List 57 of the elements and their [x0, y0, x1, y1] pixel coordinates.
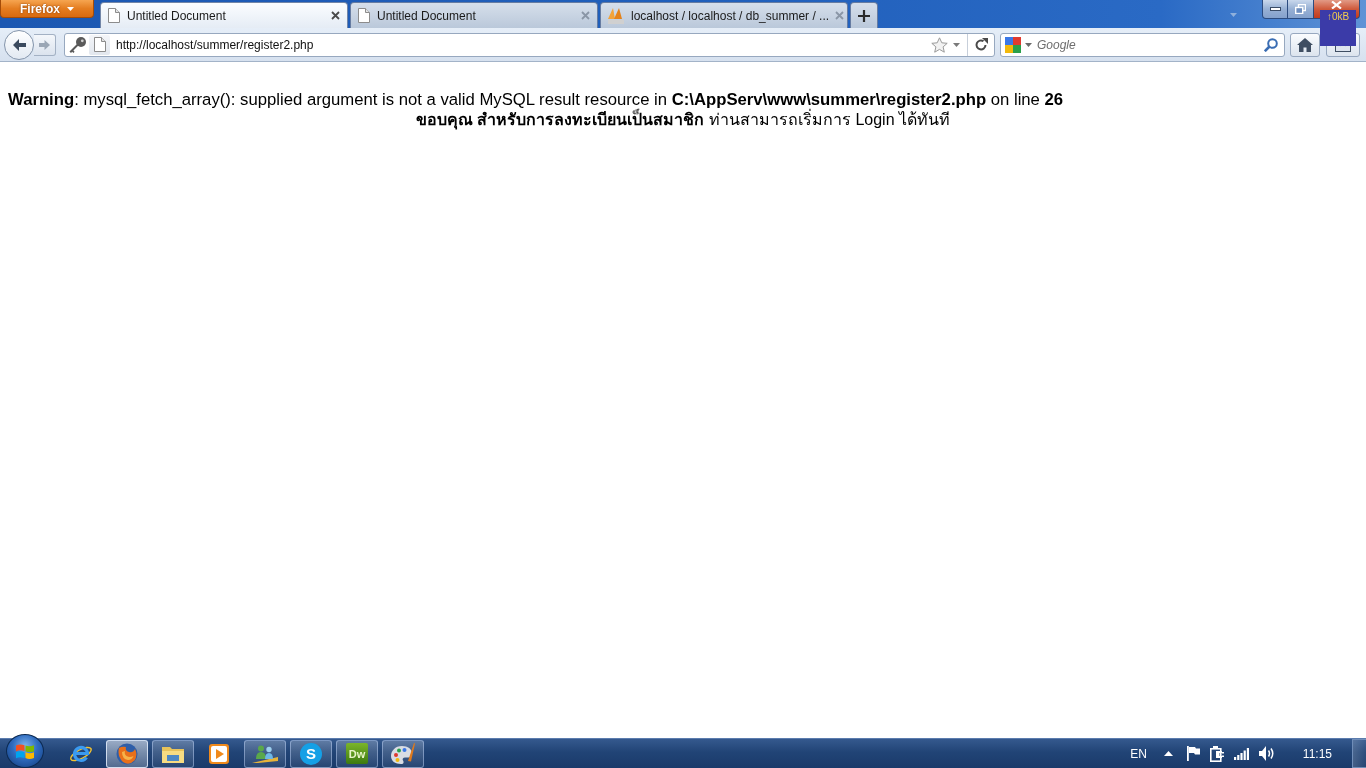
house-icon: [1297, 37, 1313, 52]
play-icon: [209, 743, 229, 764]
folder-icon: [162, 744, 184, 763]
key-icon[interactable]: [69, 36, 86, 53]
page-icon: [358, 8, 370, 23]
caret-icon[interactable]: [67, 6, 74, 11]
site-identity-button[interactable]: [89, 34, 110, 55]
tab[interactable]: Untitled Document: [100, 2, 348, 28]
tiles-icon[interactable]: [1005, 36, 1021, 53]
swirl-globe-icon: [116, 742, 138, 765]
taskbar-button[interactable]: [244, 739, 286, 768]
back-arrow-icon: [12, 38, 26, 51]
flag-icon[interactable]: [1186, 746, 1200, 761]
show-desktop-button[interactable]: [1352, 739, 1366, 768]
back-button[interactable]: [4, 29, 34, 60]
search-icon[interactable]: [1264, 37, 1278, 52]
network-meter-toast: ↑0kB: [1320, 10, 1356, 46]
language-indicator[interactable]: EN: [1130, 746, 1147, 761]
plus-icon: [858, 9, 870, 22]
taskbar-button[interactable]: [106, 739, 148, 768]
search-field[interactable]: Google: [1032, 35, 1264, 54]
taskbar-button[interactable]: [152, 739, 194, 768]
refresh-icon[interactable]: [974, 37, 988, 52]
thank-you-message: ขอบคุณ สำหรับการลงทะเบียนเป็นสมาชิก ท่านสามารถเริ่มการ Login ได้ทันที: [8, 110, 1358, 130]
palette-icon: [391, 742, 415, 765]
signal-bars-icon[interactable]: [1233, 747, 1249, 760]
minimize-button[interactable]: [1262, 0, 1288, 19]
people-icon: [252, 744, 278, 763]
address-bar[interactable]: http://localhost/summer/register2.php: [64, 32, 995, 57]
restore-button[interactable]: [1288, 0, 1314, 19]
speaker-icon[interactable]: [1258, 746, 1275, 761]
app-logo: S: [300, 742, 322, 765]
page-icon: [108, 8, 120, 23]
caret-icon[interactable]: [953, 42, 960, 47]
caret-up-icon[interactable]: [1163, 751, 1173, 756]
restore-icon: [1295, 4, 1306, 14]
start-button[interactable]: [6, 734, 44, 768]
page-icon: [93, 37, 106, 52]
clock[interactable]: 11:15: [1302, 746, 1332, 761]
star-icon[interactable]: [931, 36, 948, 53]
sails-icon: [608, 7, 624, 24]
close-icon: [1331, 1, 1342, 9]
taskbar-button[interactable]: [382, 739, 424, 768]
home-button[interactable]: [1290, 32, 1320, 57]
app-logo: Dw: [346, 743, 368, 764]
tab[interactable]: Untitled Document: [350, 2, 598, 28]
new-tab-button[interactable]: [850, 2, 878, 28]
tab[interactable]: localhost / localhost / db_summer / ...: [600, 2, 848, 28]
caret-icon[interactable]: [1025, 42, 1032, 47]
battery-plug-icon[interactable]: [1209, 745, 1224, 762]
warning-message: Warning: mysql_fetch_array(): supplied argument is not a valid MySQL result resource in C:\AppServ\www\summer\register2.php on line 26: [8, 90, 1065, 109]
close-icon[interactable]: [331, 11, 340, 20]
forward-arrow-icon: [38, 39, 50, 50]
search-bar[interactable]: Google: [1000, 32, 1285, 57]
minimize-icon: [1269, 7, 1281, 11]
flag-logo-icon: [16, 742, 34, 760]
address-field[interactable]: http://localhost/summer/register2.php: [110, 35, 927, 54]
